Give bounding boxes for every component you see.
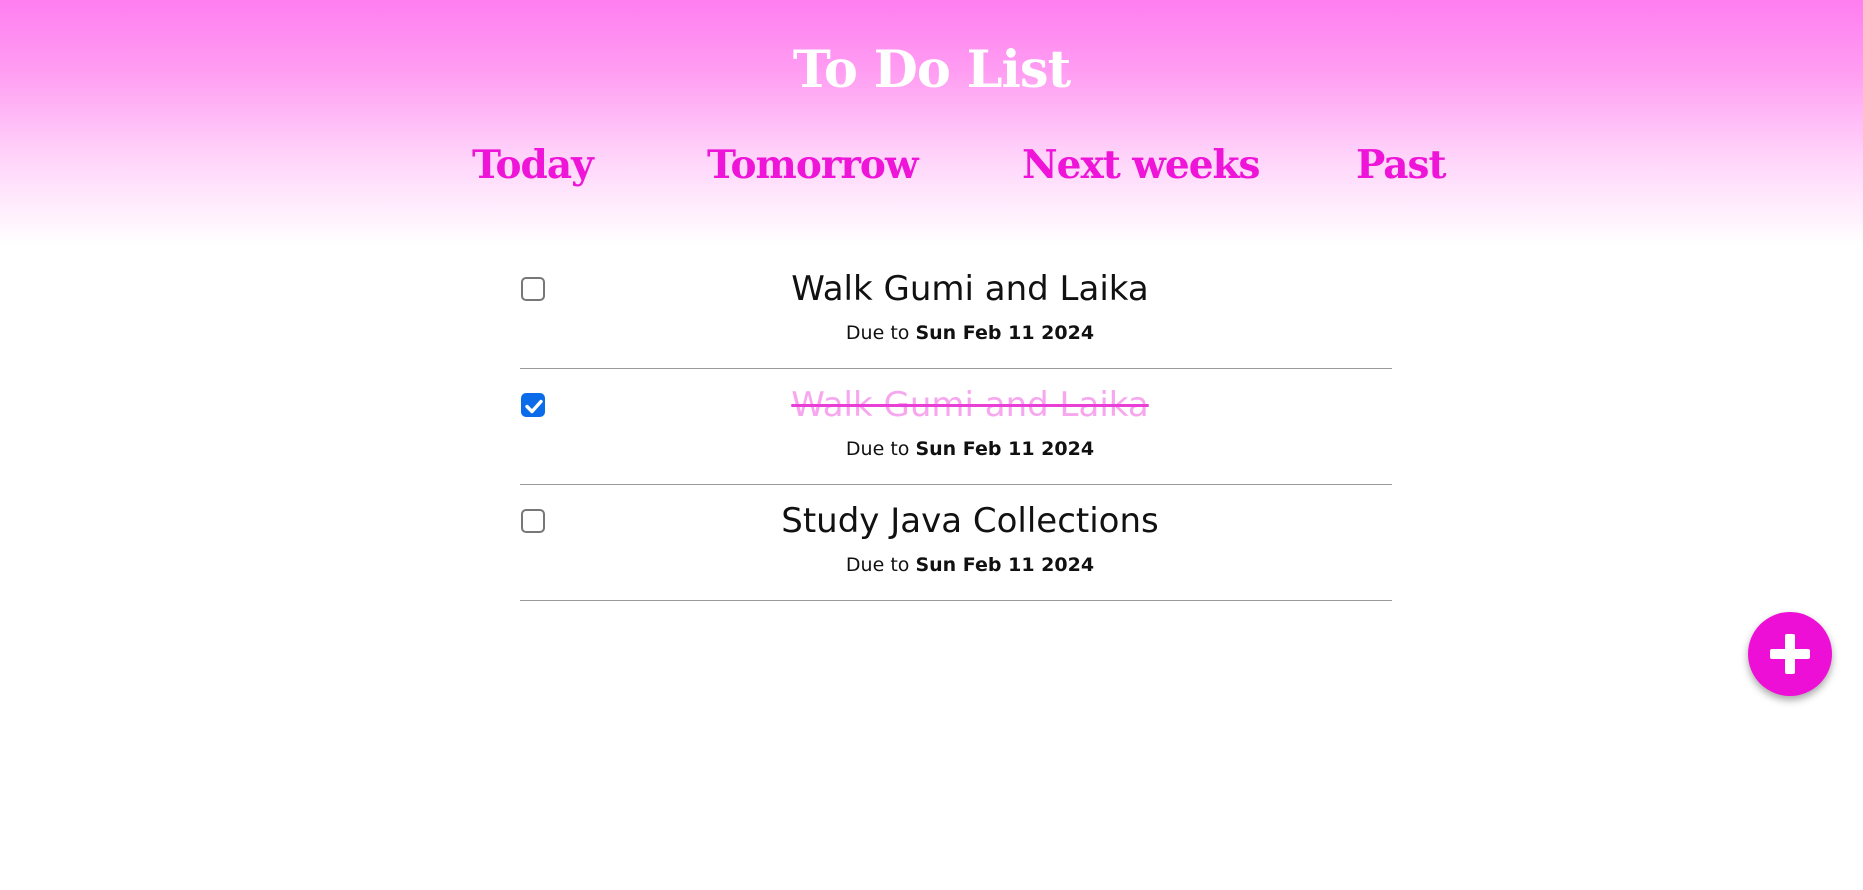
app-title: To Do List bbox=[792, 40, 1071, 100]
plus-icon bbox=[1770, 634, 1810, 674]
tab-past[interactable]: Past bbox=[1356, 140, 1447, 190]
due-prefix: Due to bbox=[845, 554, 910, 576]
task-item: Study Java Collections Due to Sun Feb 11… bbox=[520, 486, 1392, 601]
task-list: Walk Gumi and Laika Due to Sun Feb 11 20… bbox=[520, 254, 1392, 602]
task-due: Due to Sun Feb 11 2024 bbox=[520, 552, 1420, 578]
due-prefix: Due to bbox=[845, 322, 910, 344]
due-date: Sun Feb 11 2024 bbox=[915, 322, 1095, 344]
due-date: Sun Feb 11 2024 bbox=[915, 438, 1095, 460]
tab-tomorrow[interactable]: Tomorrow bbox=[707, 140, 919, 190]
add-task-button[interactable] bbox=[1748, 612, 1832, 696]
task-due: Due to Sun Feb 11 2024 bbox=[520, 436, 1420, 462]
task-title: Study Java Collections bbox=[781, 501, 1159, 541]
tab-today[interactable]: Today bbox=[472, 140, 594, 190]
header: To Do List Today Tomorrow Next weeks Pas… bbox=[0, 0, 1863, 245]
task-title-completed: Walk Gumi and Laika bbox=[791, 385, 1149, 425]
task-due: Due to Sun Feb 11 2024 bbox=[520, 320, 1420, 346]
due-date: Sun Feb 11 2024 bbox=[915, 554, 1095, 576]
task-item: Walk Gumi and Laika Due to Sun Feb 11 20… bbox=[520, 254, 1392, 369]
task-item: Walk Gumi and Laika Due to Sun Feb 11 20… bbox=[520, 370, 1392, 485]
tab-next-weeks[interactable]: Next weeks bbox=[1022, 140, 1260, 190]
task-title: Walk Gumi and Laika bbox=[791, 269, 1149, 309]
due-prefix: Due to bbox=[845, 438, 910, 460]
